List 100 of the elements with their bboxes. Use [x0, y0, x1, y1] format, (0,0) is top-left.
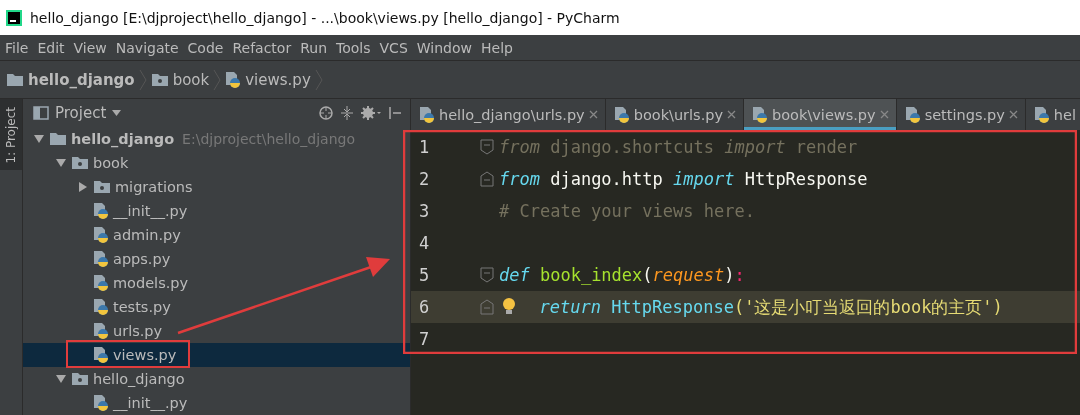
python-file-icon	[613, 105, 630, 124]
line-number: 7	[418, 329, 431, 349]
breadcrumb[interactable]: book	[150, 70, 210, 89]
close-icon[interactable]	[588, 110, 598, 119]
editor-tab[interactable]: book\views.py	[744, 99, 897, 130]
menu-item[interactable]: View	[70, 39, 113, 56]
window-title: hello_django [E:\djproject\hello_django] - ...\book\views.py [hello_django] - PyCharm	[30, 9, 620, 26]
python-file-icon	[93, 394, 109, 412]
tree-item[interactable]: apps.py	[23, 247, 410, 271]
tree-item[interactable]: hello_django	[23, 367, 410, 391]
code-line: return HttpResponse('这是小叮当返回的book的主页')	[538, 295, 1003, 319]
tree-item-label: hello_django	[71, 131, 175, 147]
menu-item[interactable]: VCS	[376, 39, 414, 56]
menu-item[interactable]: Run	[297, 39, 334, 56]
tree-item-label: tests.py	[113, 299, 171, 315]
tree-item[interactable]: views.py	[23, 343, 410, 367]
menu-item[interactable]: Refactor	[229, 39, 298, 56]
fold-marker-icon[interactable]	[480, 267, 494, 283]
menu-item[interactable]: Help	[478, 39, 519, 56]
python-file-icon	[93, 202, 109, 220]
line-number: 6	[418, 297, 431, 317]
folder-icon	[150, 72, 169, 87]
chevron-icon	[213, 68, 222, 91]
tree-item-label: models.py	[113, 275, 189, 291]
close-icon[interactable]	[1008, 110, 1018, 119]
tree-item[interactable]: migrations	[23, 175, 410, 199]
chevron-icon	[138, 68, 147, 91]
python-file-icon	[93, 346, 109, 364]
tree-item[interactable]: hello_django E:\djproject\hello_django	[23, 127, 410, 151]
python-file-icon	[93, 298, 109, 316]
expanded-arrow-icon[interactable]	[33, 133, 45, 145]
tree-item[interactable]: book	[23, 151, 410, 175]
python-file-icon	[225, 70, 242, 89]
panel-title[interactable]: Project	[55, 104, 107, 122]
line-number: 3	[418, 201, 431, 221]
breadcrumb[interactable]: views.py	[225, 70, 311, 89]
fold-marker-icon[interactable]	[480, 139, 494, 155]
expanded-arrow-icon[interactable]	[55, 373, 67, 385]
python-file-icon	[93, 250, 109, 268]
code-line: from django.http import HttpResponse	[499, 169, 868, 189]
editor-tab[interactable]: hel	[1025, 99, 1080, 130]
project-path: E:\djproject\hello_django	[182, 131, 355, 147]
tree-item[interactable]: models.py	[23, 271, 410, 295]
tool-window-tab[interactable]: 1: Project	[0, 99, 22, 170]
code-line: # Create your views here.	[499, 201, 755, 221]
close-icon[interactable]	[727, 110, 737, 119]
python-file-icon	[93, 226, 109, 244]
line-number: 1	[418, 137, 431, 157]
tree-item-label: apps.py	[113, 251, 171, 267]
line-number: 2	[418, 169, 431, 189]
chevron-icon	[314, 68, 323, 91]
code-line: def book_index(request):	[499, 265, 745, 285]
folder-icon	[71, 372, 89, 386]
tree-item-label: book	[93, 155, 129, 171]
hide-panel-icon[interactable]	[388, 106, 402, 120]
python-file-icon	[1033, 105, 1050, 124]
python-file-icon	[93, 322, 109, 340]
code-line: from django.shortcuts import render	[499, 137, 858, 157]
tree-item-label: hello_django	[93, 371, 185, 387]
tree-item-label: __init__.py	[113, 395, 188, 411]
gear-icon[interactable]	[360, 105, 382, 121]
tree-item[interactable]: __init__.py	[23, 199, 410, 223]
editor-tab[interactable]: hello_django\urls.py	[411, 99, 606, 130]
python-file-icon	[419, 105, 435, 124]
expanded-arrow-icon[interactable]	[55, 157, 67, 169]
breadcrumb[interactable]: hello_django	[6, 70, 135, 89]
collapse-all-icon[interactable]	[340, 105, 354, 121]
line-number: 5	[418, 265, 431, 285]
app-logo-icon	[6, 9, 22, 26]
folder-icon	[71, 156, 89, 170]
tree-item[interactable]: tests.py	[23, 295, 410, 319]
crosshair-icon[interactable]	[318, 105, 334, 121]
tree-item-label: views.py	[113, 347, 177, 363]
dropdown-caret-icon[interactable]	[112, 110, 122, 116]
fold-marker-icon[interactable]	[480, 299, 494, 315]
line-number: 4	[418, 233, 431, 253]
folder-icon	[93, 180, 111, 194]
menu-item[interactable]: File	[2, 39, 35, 56]
editor-tab[interactable]: settings.py	[896, 99, 1026, 130]
menu-item[interactable]: Tools	[333, 39, 377, 56]
lightbulb-icon[interactable]	[502, 297, 516, 317]
tree-item[interactable]: admin.py	[23, 223, 410, 247]
menu-item[interactable]: Code	[184, 39, 230, 56]
menu-item[interactable]: Navigate	[112, 39, 185, 56]
python-file-icon	[904, 105, 921, 124]
tree-item[interactable]: __init__.py	[23, 391, 410, 415]
tree-item[interactable]: urls.py	[23, 319, 410, 343]
tree-item-label: urls.py	[113, 323, 163, 339]
tree-item-label: migrations	[115, 179, 193, 195]
folder-icon	[6, 72, 24, 87]
collapsed-arrow-icon[interactable]	[77, 181, 89, 193]
menu-item[interactable]: Window	[413, 39, 478, 56]
project-view-icon	[33, 106, 49, 120]
python-file-icon	[93, 274, 109, 292]
tree-item-label: __init__.py	[113, 203, 188, 219]
folder-icon	[49, 132, 67, 146]
fold-marker-icon[interactable]	[480, 171, 494, 187]
tree-item-label: admin.py	[113, 227, 181, 243]
python-file-icon	[752, 105, 769, 124]
menu-item[interactable]: Edit	[34, 39, 71, 56]
